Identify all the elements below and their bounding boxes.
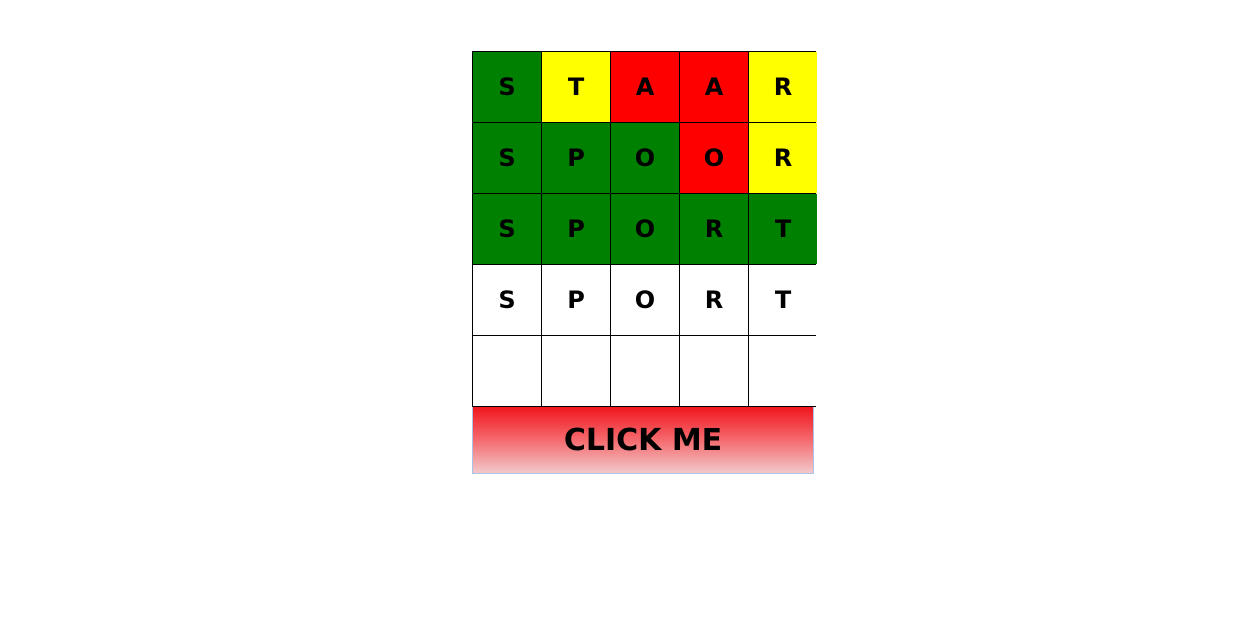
grid-cell-r5-c5 [749,336,817,406]
grid-cell-r3-c2: P [542,194,610,264]
grid-cell-r2-c5: R [749,123,817,193]
grid-cell-r4-c5: T [749,265,817,335]
grid-cell-r5-c3 [611,336,679,406]
grid-cell-r1-c2: T [542,52,610,122]
grid-cell-r4-c3: O [611,265,679,335]
grid-cell-r4-c2: P [542,265,610,335]
grid-cell-r1-c1: S [473,52,541,122]
grid-cell-r4-c1: S [473,265,541,335]
grid-cell-r2-c2: P [542,123,610,193]
grid-cell-r5-c4 [680,336,748,406]
grid-cell-r3-c5: T [749,194,817,264]
grid-cell-r5-c2 [542,336,610,406]
grid-cell-r1-c5: R [749,52,817,122]
letter-grid: STAARSPOORSPORTSPORT [472,51,817,407]
grid-cell-r3-c1: S [473,194,541,264]
click-me-button[interactable]: CLICK ME [472,407,814,474]
word-game: STAARSPOORSPORTSPORT CLICK ME [472,51,817,474]
grid-cell-r5-c1 [473,336,541,406]
grid-cell-r3-c4: R [680,194,748,264]
grid-cell-r3-c3: O [611,194,679,264]
grid-cell-r4-c4: R [680,265,748,335]
grid-cell-r2-c1: S [473,123,541,193]
grid-cell-r1-c3: A [611,52,679,122]
grid-cell-r2-c3: O [611,123,679,193]
grid-cell-r2-c4: O [680,123,748,193]
grid-cell-r1-c4: A [680,52,748,122]
